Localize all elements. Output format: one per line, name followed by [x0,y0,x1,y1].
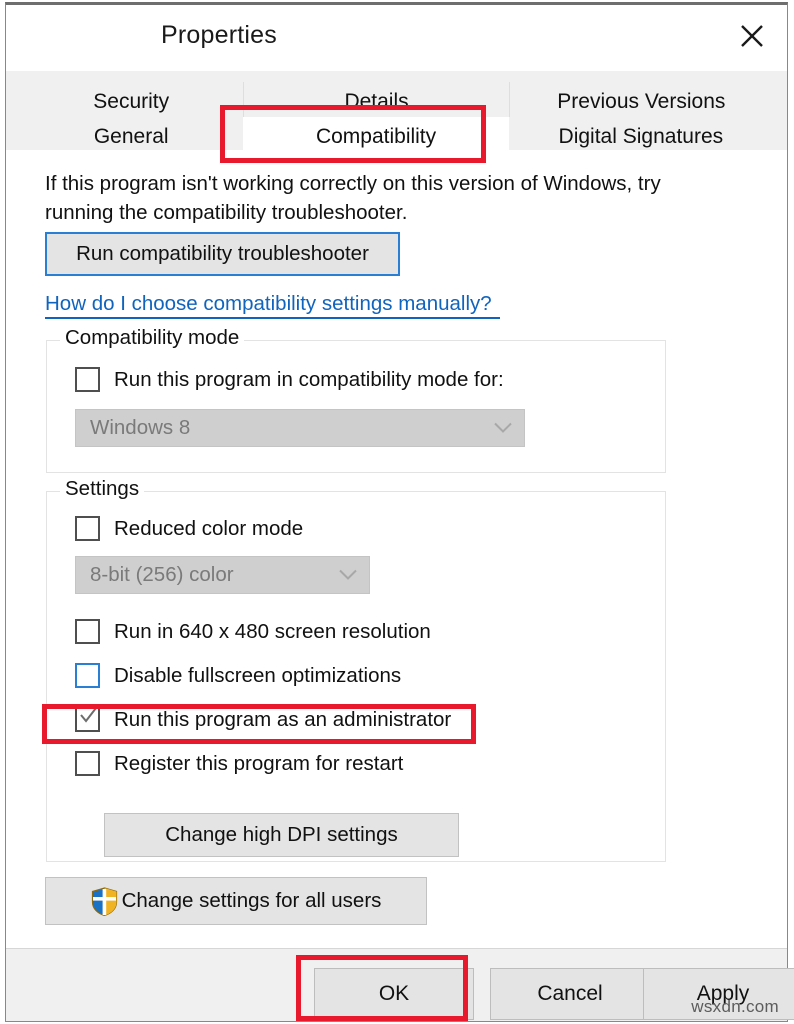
checkbox-label: Reduced color mode [114,516,304,540]
cancel-button[interactable]: Cancel [490,968,650,1020]
tab-previous-versions[interactable]: Previous Versions [508,82,773,122]
checkbox-box [75,663,100,688]
compatibility-settings-help-link[interactable]: How do I choose compatibility settings m… [45,292,500,319]
checkmark-icon [80,707,97,724]
checkbox-box [75,516,100,541]
checkbox-box [75,751,100,776]
intro-text: If this program isn't working correctly … [45,172,661,224]
dialog-footer: OK Cancel Apply wsxdn.com [6,948,794,1021]
run-compatibility-troubleshooter-button[interactable]: Run compatibility troubleshooter [45,232,400,276]
compatibility-mode-legend: Compatibility mode [60,326,245,350]
watermark: wsxdn.com [691,997,779,1016]
button-label: Change settings for all users [121,889,382,912]
ok-button[interactable]: OK [314,968,474,1020]
settings-legend: Settings [60,477,145,501]
change-high-dpi-settings-button[interactable]: Change high DPI settings [104,813,459,857]
compatibility-mode-group: Compatibility mode Run this program in c… [46,326,666,473]
checkbox-label: Run this program as an administrator [114,707,452,731]
checkbox-box [75,367,100,392]
reduced-color-mode-checkbox[interactable]: Reduced color mode [75,516,303,541]
run-in-compatibility-mode-checkbox[interactable]: Run this program in compatibility mode f… [75,367,504,392]
tab-row-top: Security Details Previous Versions [19,82,773,122]
chevron-down-icon [494,422,512,434]
low-resolution-checkbox[interactable]: Run in 640 x 480 screen resolution [75,619,431,644]
checkbox-box [75,619,100,644]
checkbox-label: Run in 640 x 480 screen resolution [114,619,431,643]
change-settings-for-all-users-button[interactable]: Change settings for all users [45,877,427,925]
compatibility-mode-dropdown[interactable]: Windows 8 [75,409,525,447]
run-as-administrator-checkbox[interactable]: Run this program as an administrator [75,707,451,732]
checkbox-box [75,707,100,732]
register-for-restart-checkbox[interactable]: Register this program for restart [75,751,403,776]
title-bar: Properties [6,5,787,71]
properties-dialog: Properties Security Details Previous Ver… [5,2,794,1022]
tab-details[interactable]: Details [243,82,509,122]
disable-fullscreen-optimizations-checkbox[interactable]: Disable fullscreen optimizations [75,663,401,688]
checkbox-label: Disable fullscreen optimizations [114,663,402,687]
checkbox-label: Register this program for restart [114,751,404,775]
compatibility-tab-panel: If this program isn't working correctly … [19,150,774,948]
dropdown-value: 8-bit (256) color [90,563,234,586]
tab-security[interactable]: Security [19,82,244,122]
tab-strip: Security Details Previous Versions Gener… [6,71,787,157]
window-title: Properties [161,21,277,49]
close-icon[interactable] [725,13,779,59]
chevron-down-icon [339,569,357,581]
uac-shield-icon [91,886,118,916]
dropdown-value: Windows 8 [90,416,191,439]
color-depth-dropdown[interactable]: 8-bit (256) color [75,556,370,594]
settings-group: Settings Reduced color mode 8-bit (256) … [46,477,666,862]
checkbox-label: Run this program in compatibility mode f… [114,367,504,391]
